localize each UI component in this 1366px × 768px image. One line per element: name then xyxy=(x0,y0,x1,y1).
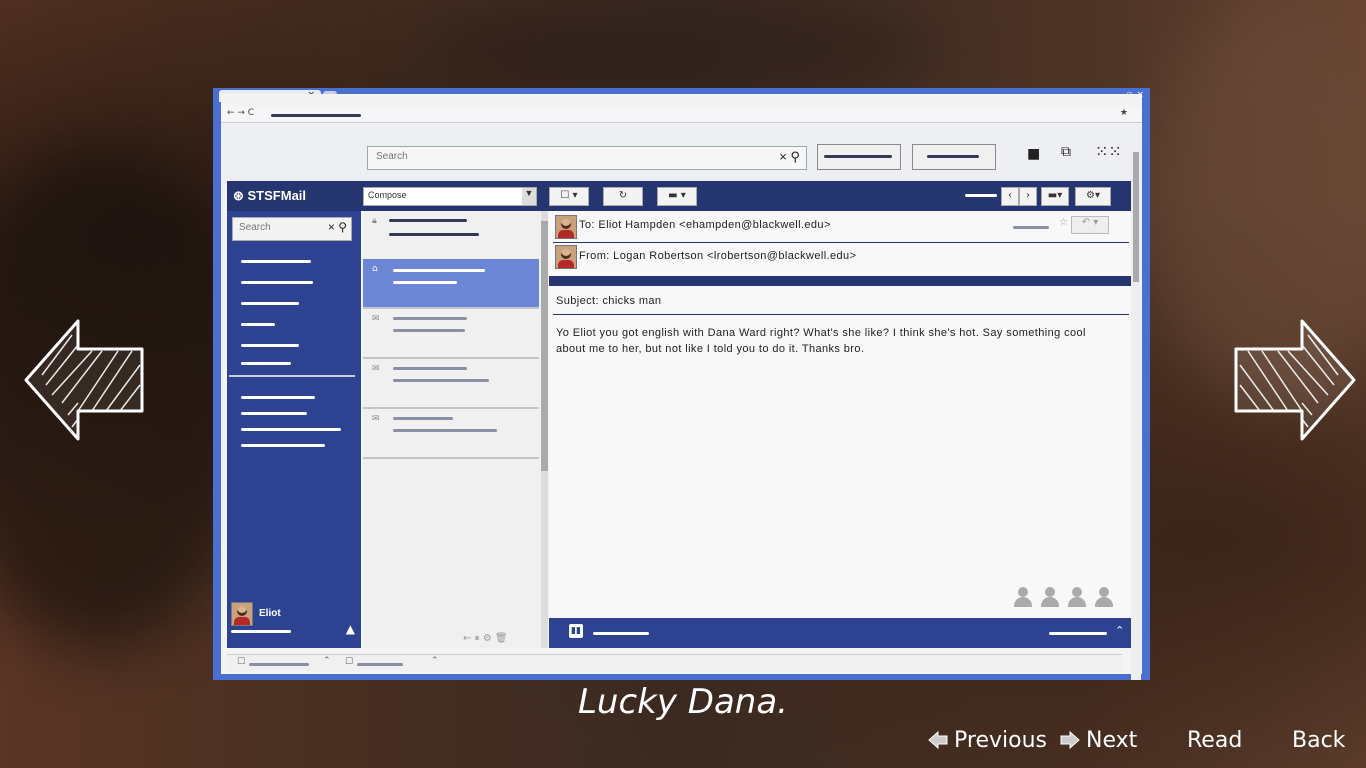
sidebar-item[interactable] xyxy=(241,387,315,399)
previous-button[interactable]: Previous xyxy=(928,728,1047,753)
app-logo: ⊛ STSFMail xyxy=(233,188,307,203)
chat-bar[interactable]: ▮▮ ⌃ xyxy=(549,618,1131,648)
list-item[interactable]: ⌂ xyxy=(363,259,539,309)
envelope-icon: ✉ xyxy=(372,364,380,374)
message-list: 🔒︎ ⌂ ✉ ✉ ✉ ← ⏸ ⚙ 🗑︎ xyxy=(363,211,542,648)
header-button-2[interactable] xyxy=(912,144,996,170)
avatar xyxy=(555,215,577,239)
page-scrollbar[interactable] xyxy=(1131,146,1141,680)
next-button[interactable]: Next xyxy=(1060,728,1137,753)
star-icon[interactable]: ☆ xyxy=(1059,217,1068,228)
settings-button[interactable]: ⚙▾ xyxy=(1075,187,1111,206)
email-body: Yo Eliot you got english with Dana Ward … xyxy=(556,327,1086,355)
apps-grid-icon[interactable]: ⁙⁙ xyxy=(1095,142,1122,161)
download-item[interactable]: ☐ xyxy=(345,657,353,667)
envelope-open-icon: ⌂ xyxy=(372,264,378,274)
next-page-button[interactable]: › xyxy=(1019,187,1037,206)
app-header: Search × ⚲ ■ ⧉ ⁙⁙ xyxy=(221,124,1142,184)
star-icon[interactable]: ★ xyxy=(1120,108,1128,118)
list-item[interactable]: ✉ xyxy=(363,359,539,409)
back-button[interactable]: Back xyxy=(1292,728,1345,753)
read-button[interactable]: Read xyxy=(1187,728,1242,753)
search-input[interactable]: Search × ⚲ xyxy=(367,146,807,170)
person-icon xyxy=(1093,585,1115,607)
dialogue-caption: Lucky Dana. xyxy=(577,682,788,722)
sidebar-item[interactable] xyxy=(241,335,299,347)
sidebar-item[interactable] xyxy=(241,272,313,284)
envelope-icon: ✉ xyxy=(372,414,380,424)
chevron-down-icon[interactable]: ▼ xyxy=(522,188,536,205)
chat-icon: ▮▮ xyxy=(569,624,583,638)
triangle-up-icon[interactable]: ▲ xyxy=(346,622,355,636)
sidebar-item[interactable] xyxy=(241,435,325,447)
envelope-icon: ✉ xyxy=(372,314,380,324)
email-to: To: Eliot Hampden <ehampden@blackwell.ed… xyxy=(579,219,831,231)
reply-button[interactable]: ↶ ▾ xyxy=(1071,216,1109,234)
right-arrow-icon[interactable] xyxy=(1230,315,1358,445)
avatar xyxy=(555,245,577,269)
browser-window: × – ▫ × ← → C ★ Search × ⚲ ■ ⧉ ⁙⁙ xyxy=(213,88,1150,680)
sidebar-item[interactable] xyxy=(241,353,291,365)
mail-toolbar: ⊛ STSFMail Compose ▼ ☐ ▾ ↻ ▬ ▾ ‹ › ▬▾ ⚙▾ xyxy=(227,181,1132,211)
left-arrow-icon xyxy=(928,730,948,750)
search-icon[interactable]: × ⚲ xyxy=(779,149,800,165)
sidebar-item[interactable] xyxy=(241,419,341,431)
header-button-1[interactable] xyxy=(817,144,901,170)
sidebar-item[interactable] xyxy=(241,251,311,263)
view-button[interactable]: ▬▾ xyxy=(1041,187,1069,206)
header-divider xyxy=(549,276,1131,286)
sidebar: Search × ⚲ Eliot ▲ xyxy=(227,211,361,648)
profile-name: Eliot xyxy=(259,608,281,619)
more-button[interactable]: ▬ ▾ xyxy=(657,187,697,206)
refresh-button[interactable]: ↻ xyxy=(603,187,643,206)
person-icon xyxy=(1066,585,1088,607)
download-item[interactable]: ☐ xyxy=(237,657,245,667)
left-arrow-icon[interactable] xyxy=(22,315,150,445)
right-arrow-icon xyxy=(1060,730,1080,750)
address-bar[interactable]: ← → C ★ xyxy=(221,108,1142,123)
email-from: From: Logan Robertson <lrobertson@blackw… xyxy=(579,250,857,262)
list-item[interactable]: ✉ xyxy=(363,309,539,359)
compose-dropdown[interactable]: Compose ▼ xyxy=(363,187,537,206)
person-icon xyxy=(1039,585,1061,607)
back-forward-icons[interactable]: ← → C xyxy=(227,108,254,118)
user-profile[interactable]: Eliot ▲ xyxy=(231,602,357,642)
list-actions[interactable]: ← ⏸ ⚙ 🗑︎ xyxy=(463,633,508,644)
avatar xyxy=(231,602,253,626)
status-bar: ☐ ⌃ ☐ ⌃ xyxy=(227,654,1122,671)
search-icon[interactable]: × ⚲ xyxy=(328,220,347,234)
sidebar-item[interactable] xyxy=(241,293,299,305)
windows-icon[interactable]: ⧉ xyxy=(1061,144,1071,160)
list-item[interactable]: 🔒︎ xyxy=(363,211,539,261)
background-blur xyxy=(420,0,940,100)
sidebar-search-input[interactable]: Search × ⚲ xyxy=(232,217,352,241)
sidebar-divider xyxy=(229,375,355,377)
select-checkbox-button[interactable]: ☐ ▾ xyxy=(549,187,589,206)
sidebar-item[interactable] xyxy=(241,403,307,415)
chevron-up-icon[interactable]: ⌃ xyxy=(1115,624,1124,637)
reading-pane: To: Eliot Hampden <ehampden@blackwell.ed… xyxy=(549,211,1131,648)
window-content: ← → C ★ Search × ⚲ ■ ⧉ ⁙⁙ ⊛ STSFMail Com… xyxy=(221,94,1142,680)
sidebar-item[interactable] xyxy=(241,314,275,326)
lock-icon: 🔒︎ xyxy=(372,216,377,226)
person-icon xyxy=(1012,585,1034,607)
list-scrollbar[interactable] xyxy=(541,211,548,648)
list-item[interactable]: ✉ xyxy=(363,409,539,459)
prev-page-button[interactable]: ‹ xyxy=(1001,187,1019,206)
email-subject: Subject: chicks man xyxy=(556,295,662,307)
folder-icon[interactable]: ■ xyxy=(1027,146,1040,162)
gear-icon: ⚙▾ xyxy=(1086,190,1100,201)
